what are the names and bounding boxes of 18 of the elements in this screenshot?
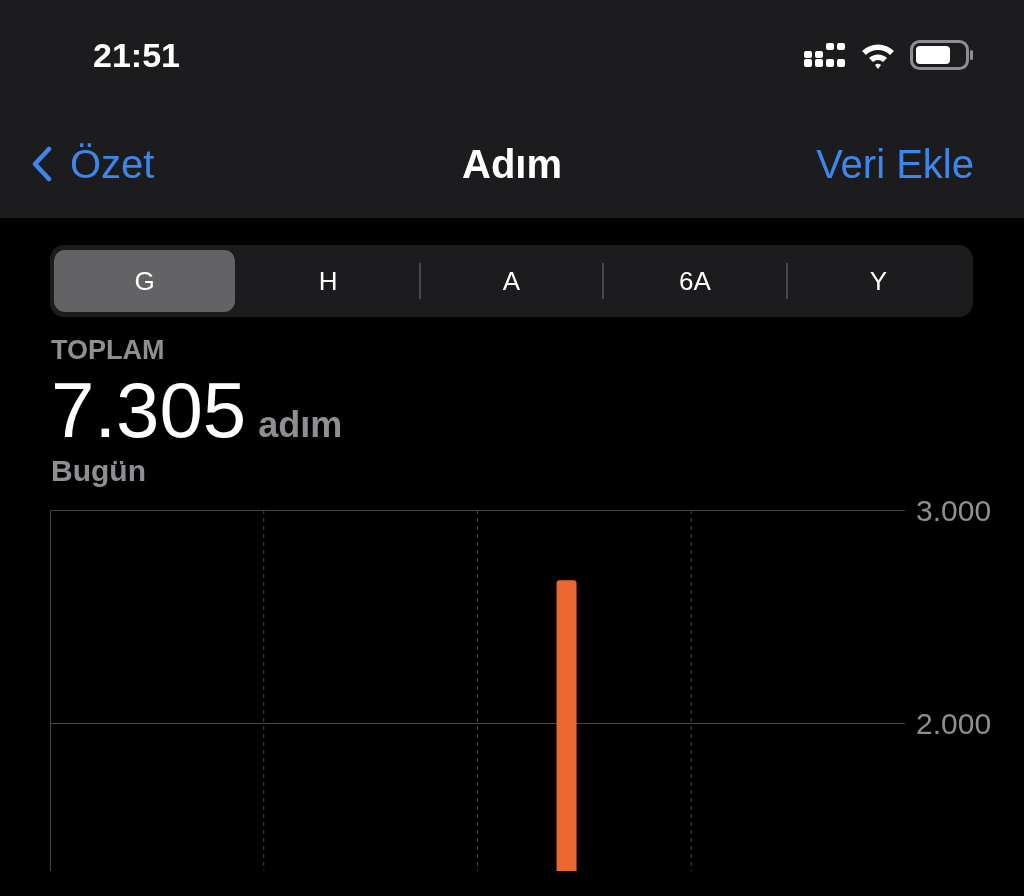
axis-label: 2.000 [916, 707, 992, 740]
segment-tab[interactable]: A [420, 250, 603, 312]
battery-icon [910, 40, 974, 70]
segment-tab[interactable]: G [54, 250, 236, 312]
segment-tab[interactable]: H [237, 250, 419, 312]
status-time: 21:51 [93, 35, 180, 75]
segment-tab[interactable]: 6A [604, 250, 786, 312]
signal-icon [804, 41, 846, 69]
back-link[interactable]: Özet [32, 141, 155, 187]
nav-title: Adım [462, 141, 562, 186]
total-heading: TOPLAM [51, 335, 166, 366]
back-chevron-icon [32, 146, 52, 182]
segment-tab[interactable]: Y [787, 250, 970, 312]
add-data-link[interactable]: Veri Ekle [816, 141, 974, 187]
step-total: 7.305 [51, 368, 247, 452]
period-label: Bugün [51, 454, 147, 488]
unit-label: adım [258, 404, 343, 446]
axis-label: 3.000 [916, 494, 992, 527]
